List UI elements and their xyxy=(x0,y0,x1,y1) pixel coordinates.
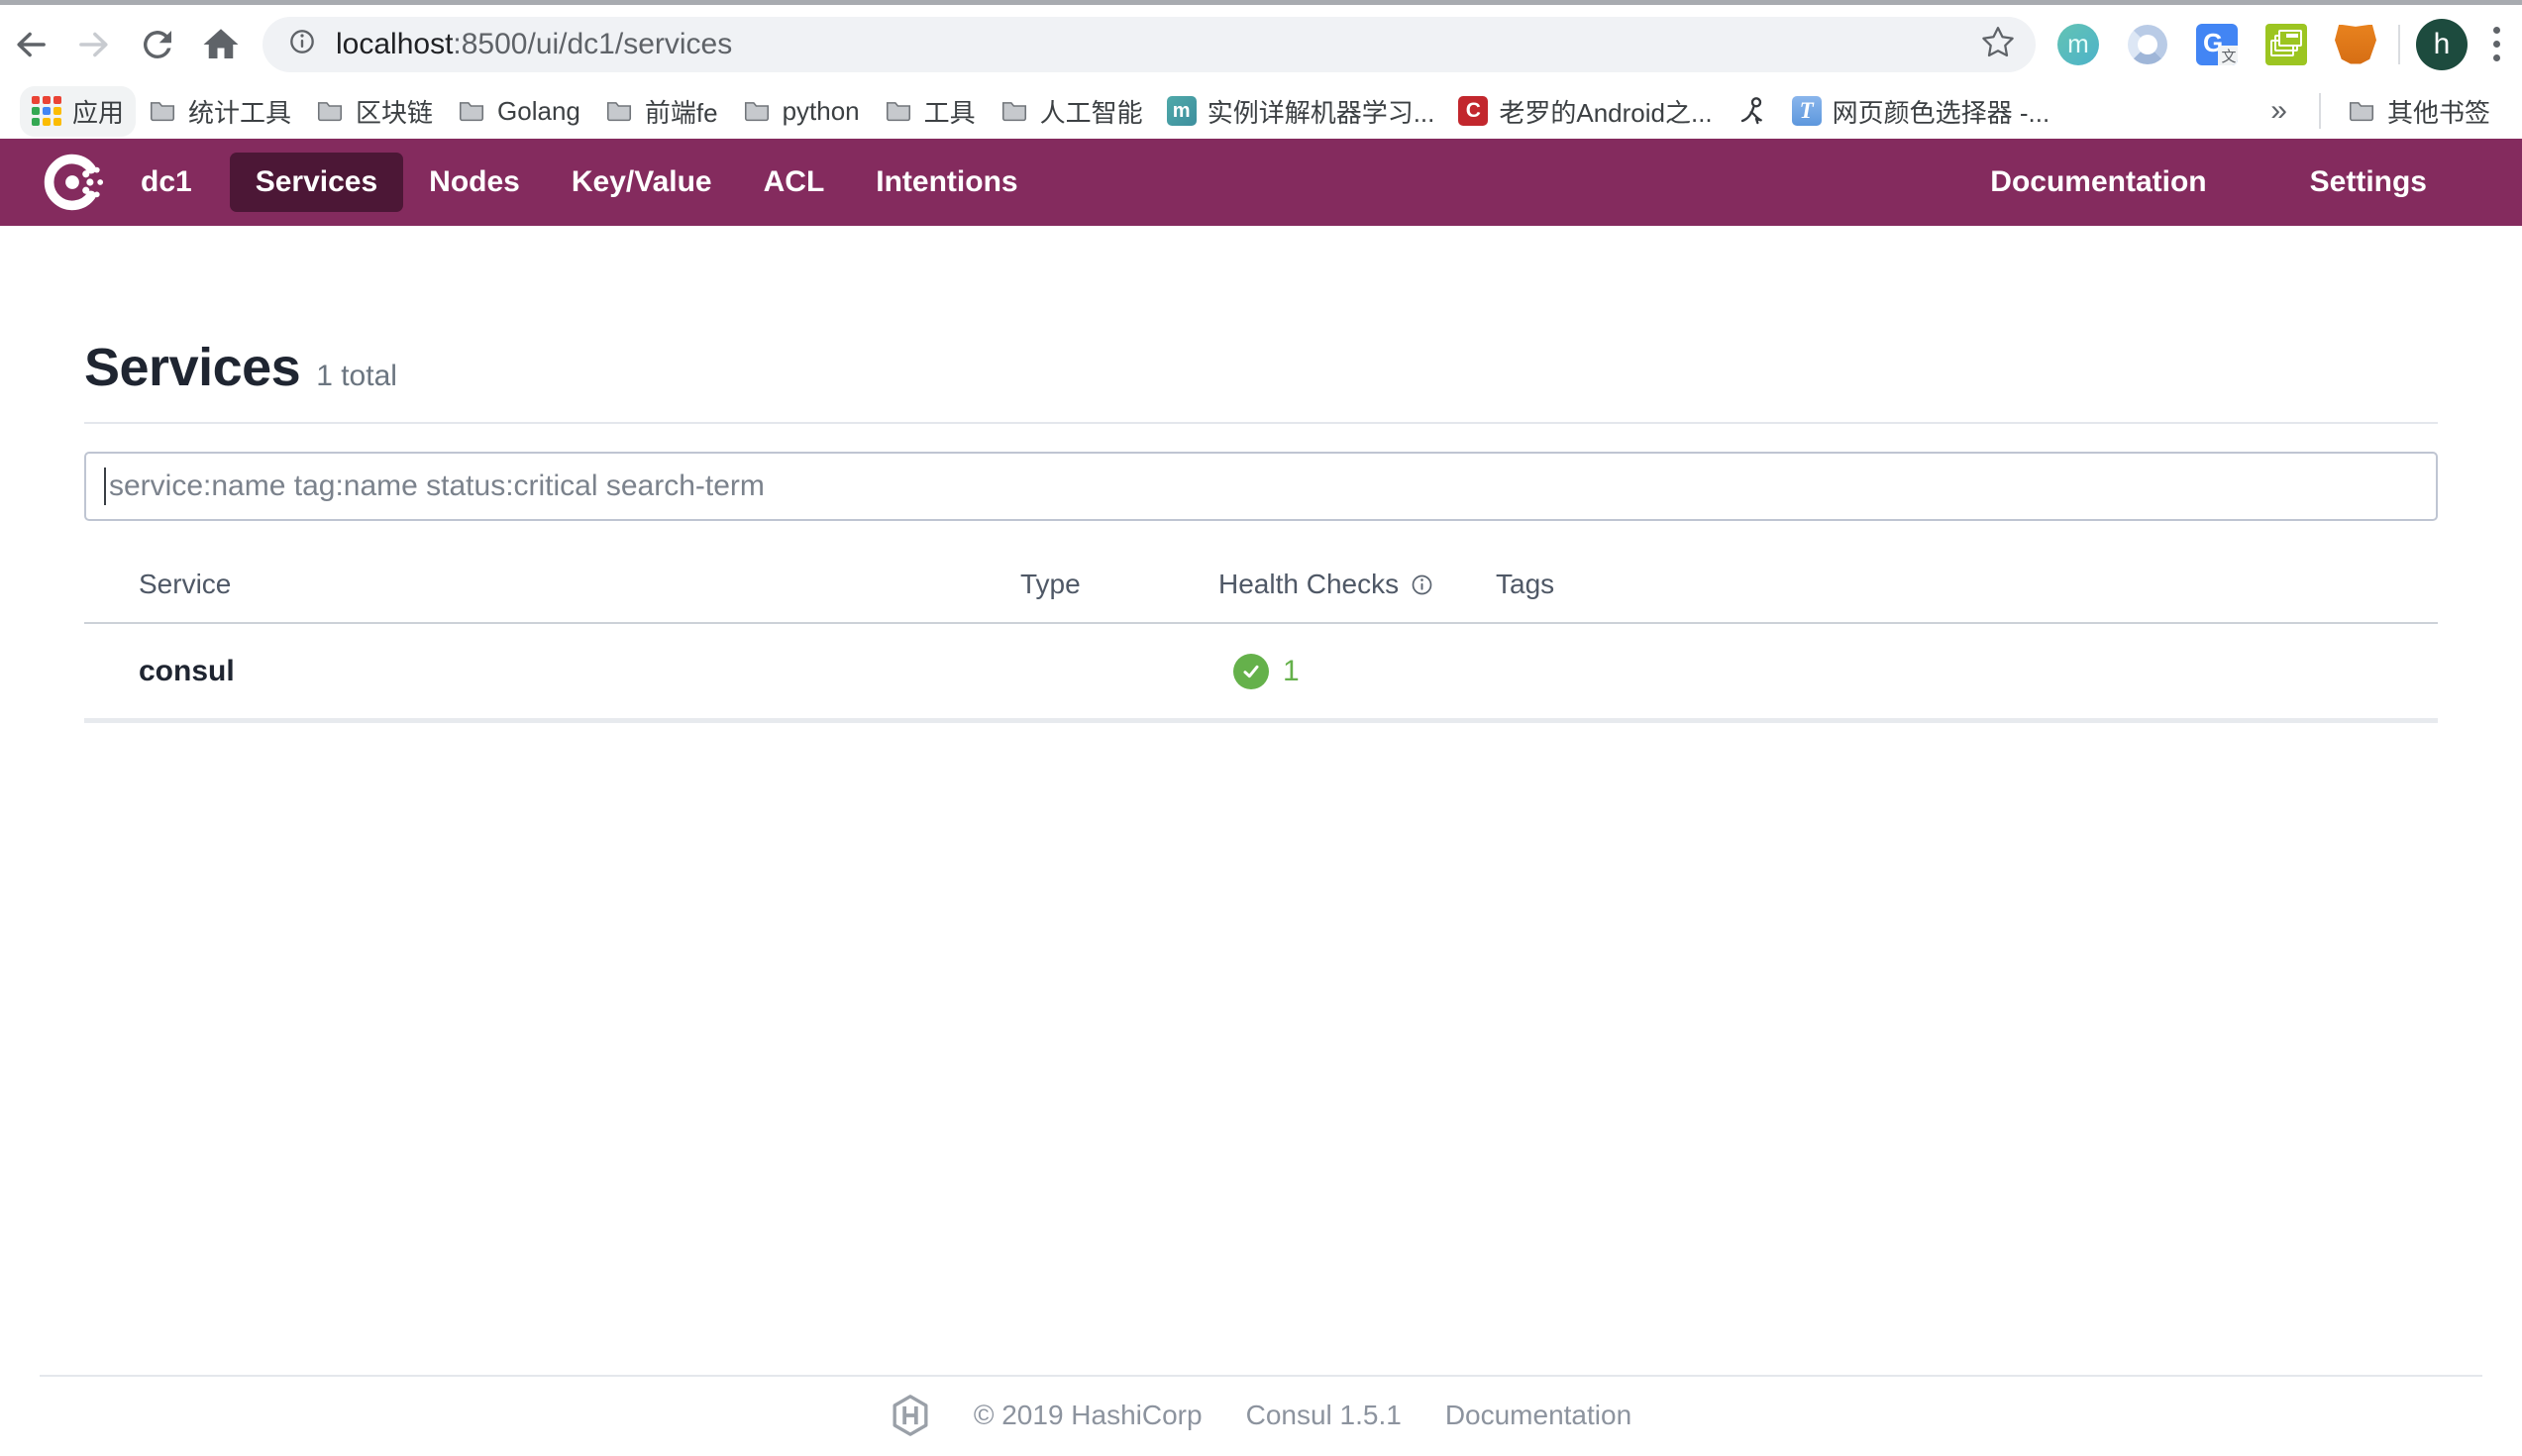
reload-button[interactable] xyxy=(136,23,179,66)
bookmarks-bar: 应用 统计工具 区块链 Golang 前端fe python 工具 人工智能 m… xyxy=(0,83,2522,139)
folder-icon xyxy=(2349,102,2374,122)
bookmark-label: 统计工具 xyxy=(188,97,292,128)
bookmark-ml-article[interactable]: m 实例详解机器学习... xyxy=(1155,86,1447,137)
search-input[interactable]: service:name tag:name status:critical se… xyxy=(84,452,2438,521)
column-header-tags[interactable]: Tags xyxy=(1496,569,2438,622)
folder-icon xyxy=(886,102,910,122)
url-host: localhost xyxy=(336,27,454,60)
consul-logo-icon[interactable] xyxy=(40,150,105,215)
total-count-badge: 1 total xyxy=(316,360,397,392)
folder-icon xyxy=(1001,102,1026,122)
extension-translate-icon[interactable]: G 文 xyxy=(2196,23,2238,65)
consul-navbar: dc1 Services Nodes Key/Value ACL Intenti… xyxy=(0,139,2522,226)
footer-version: Consul 1.5.1 xyxy=(1245,1400,1402,1430)
apps-grid-icon xyxy=(32,96,61,126)
bookmark-folder[interactable]: 统计工具 xyxy=(136,86,303,137)
column-header-health-checks[interactable]: Health Checks xyxy=(1218,569,1496,622)
column-header-type[interactable]: Type xyxy=(1020,569,1218,622)
table-header-row: Service Type Health Checks Tags xyxy=(84,521,2438,624)
address-bar[interactable]: localhost:8500/ui/dc1/services xyxy=(263,16,2036,72)
nav-tab-nodes[interactable]: Nodes xyxy=(403,153,546,212)
home-button[interactable] xyxy=(199,23,243,66)
nav-tab-acl[interactable]: ACL xyxy=(738,153,851,212)
folder-icon xyxy=(150,102,175,122)
bookmark-folder[interactable]: python xyxy=(730,89,872,134)
page-footer: © 2019 HashiCorp Consul 1.5.1 Documentat… xyxy=(0,1375,2522,1456)
search-placeholder: service:name tag:name status:critical se… xyxy=(109,469,765,502)
info-icon[interactable] xyxy=(1409,572,1435,598)
forward-button[interactable] xyxy=(72,23,116,66)
site-info-icon[interactable] xyxy=(286,26,318,62)
browser-nav-buttons xyxy=(9,23,243,66)
bookmark-folder[interactable]: 区块链 xyxy=(303,86,445,137)
bookmark-label: 实例详解机器学习... xyxy=(1207,97,1435,128)
column-header-service[interactable]: Service xyxy=(84,569,1020,622)
nav-tab-keyvalue[interactable]: Key/Value xyxy=(546,153,738,212)
back-button[interactable] xyxy=(9,23,53,66)
nav-tab-intentions[interactable]: Intentions xyxy=(850,153,1043,212)
health-passing-icon xyxy=(1233,653,1269,689)
browser-toolbar: localhost:8500/ui/dc1/services m G 文 h xyxy=(0,5,2522,83)
bookmark-folder[interactable]: 人工智能 xyxy=(988,86,1155,137)
text-caret xyxy=(104,468,106,505)
other-bookmarks-label: 其他书签 xyxy=(2386,97,2490,128)
bookmark-label: Golang xyxy=(497,95,580,126)
footer-copyright: © 2019 HashiCorp xyxy=(973,1400,1203,1430)
bookmark-label: 老罗的Android之... xyxy=(1499,97,1713,128)
bookmark-label: 应用 xyxy=(72,97,125,128)
nav-tab-services[interactable]: Services xyxy=(229,153,404,212)
bookmark-folder[interactable]: 工具 xyxy=(872,86,988,137)
extension-metamask-icon[interactable] xyxy=(2335,24,2376,64)
nav-link-settings[interactable]: Settings xyxy=(2284,153,2453,212)
extension-tabs-icon[interactable] xyxy=(2265,23,2307,65)
bookmark-folder[interactable]: Golang xyxy=(445,89,592,134)
folder-icon xyxy=(744,102,769,122)
bookmark-label: 区块链 xyxy=(356,97,434,128)
bookmark-label: python xyxy=(782,95,860,126)
page-title: Services xyxy=(84,338,301,397)
bookmark-label: 工具 xyxy=(923,97,976,128)
health-checks-cell: 1 xyxy=(1218,653,1496,689)
nav-link-documentation[interactable]: Documentation xyxy=(1964,153,2232,212)
bookmarks-separator xyxy=(2318,93,2321,129)
health-passing-count: 1 xyxy=(1283,654,1300,687)
url-path: :8500/ui/dc1/services xyxy=(453,27,733,60)
bookmark-color-picker[interactable]: T 网页颜色选择器 -... xyxy=(1780,86,2062,137)
bookmark-star-icon[interactable] xyxy=(1980,24,2016,64)
csdn-c-favicon: C xyxy=(1458,96,1489,126)
footer-documentation-link[interactable]: Documentation xyxy=(1445,1400,1631,1431)
main-content: Services 1 total service:name tag:name s… xyxy=(0,226,2522,1375)
extension-icons: m G 文 xyxy=(2057,23,2376,65)
service-name[interactable]: consul xyxy=(84,655,1020,688)
profile-avatar[interactable]: h xyxy=(2416,18,2468,70)
bookmark-folder[interactable]: 前端fe xyxy=(592,86,730,137)
bookmark-apps[interactable]: 应用 xyxy=(20,85,137,137)
folder-icon xyxy=(606,102,631,122)
person-glyph-favicon xyxy=(1740,97,1762,125)
footer-divider xyxy=(40,1375,2482,1377)
bookmark-label: 人工智能 xyxy=(1039,97,1143,128)
folder-icon xyxy=(318,102,343,122)
hashicorp-logo-icon xyxy=(893,1395,928,1436)
extension-ring-icon[interactable] xyxy=(2127,24,2168,65)
t-favicon: T xyxy=(1791,96,1822,126)
bookmark-label: 网页颜色选择器 -... xyxy=(1832,97,2050,128)
browser-menu-button[interactable] xyxy=(2487,21,2506,67)
bookmarks-overflow-chevron[interactable]: » xyxy=(2253,94,2305,128)
other-bookmarks-folder[interactable]: 其他书签 xyxy=(2335,86,2502,137)
bookmark-label: 前端fe xyxy=(644,97,718,128)
bookmark-glyph[interactable] xyxy=(1725,88,1780,134)
datacenter-selector[interactable]: dc1 xyxy=(141,165,192,199)
m-favicon: m xyxy=(1166,96,1197,126)
extension-m-icon[interactable]: m xyxy=(2057,23,2099,65)
toolbar-separator xyxy=(2398,24,2400,64)
bookmark-android-blog[interactable]: C 老罗的Android之... xyxy=(1446,86,1724,137)
folder-icon xyxy=(460,102,484,122)
url-text[interactable]: localhost:8500/ui/dc1/services xyxy=(336,28,732,61)
table-row[interactable]: consul 1 xyxy=(84,624,2438,723)
